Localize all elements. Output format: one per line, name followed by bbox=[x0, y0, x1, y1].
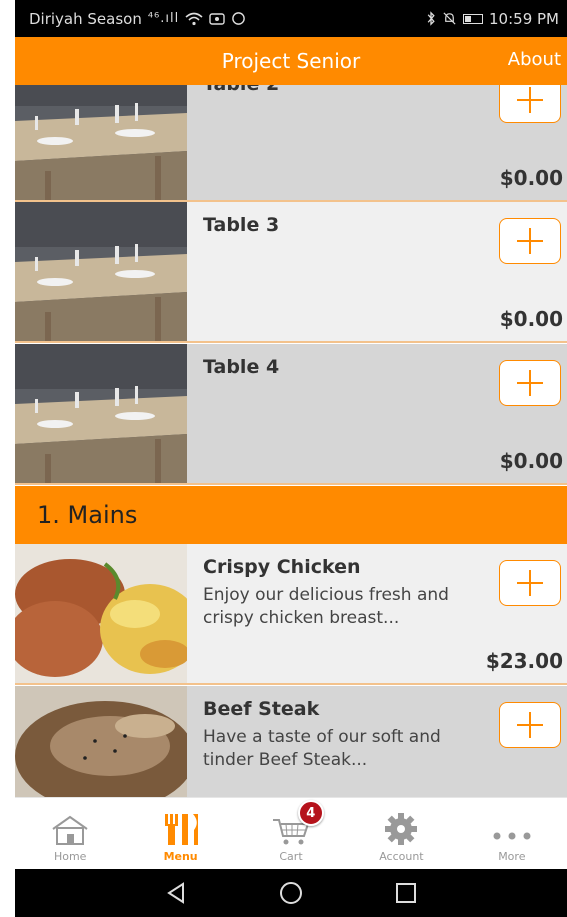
add-button[interactable] bbox=[499, 560, 561, 606]
item-title: Table 2 bbox=[203, 85, 279, 95]
bottom-nav: Home Menu 4 Cart Account More bbox=[15, 797, 567, 869]
nav-menu[interactable]: Menu bbox=[125, 798, 235, 869]
nav-label: Menu bbox=[163, 850, 198, 863]
home-icon bbox=[52, 815, 88, 845]
system-nav-bar bbox=[15, 869, 567, 917]
app-bar: Project Senior About bbox=[15, 37, 567, 85]
wifi-icon bbox=[185, 12, 203, 25]
item-price: $0.00 bbox=[499, 166, 563, 190]
item-price: $0.00 bbox=[499, 449, 563, 473]
status-bar: Diriyah Season ⁴⁶.ıll 10:59 PM bbox=[15, 0, 567, 37]
item-price: $0.00 bbox=[499, 307, 563, 331]
item-description: Enjoy our delicious fresh and crispy chi… bbox=[203, 585, 449, 628]
item-title: Crispy Chicken bbox=[203, 556, 361, 578]
nav-cart[interactable]: 4 Cart bbox=[236, 798, 346, 869]
about-link[interactable]: About bbox=[508, 49, 561, 70]
signal-icon: ⁴⁶.ıll bbox=[147, 11, 180, 26]
plus-icon bbox=[517, 712, 543, 738]
item-title: Table 3 bbox=[203, 214, 280, 236]
steak-photo bbox=[15, 686, 187, 797]
list-item-table-4[interactable]: Table 4 $0.00 bbox=[15, 344, 567, 485]
chicken-photo bbox=[15, 544, 187, 683]
nav-label: Account bbox=[379, 850, 424, 863]
recents-square-icon[interactable] bbox=[394, 881, 418, 905]
clock: 10:59 PM bbox=[489, 9, 559, 28]
gear-icon bbox=[385, 813, 418, 845]
plus-icon bbox=[517, 228, 543, 254]
app-title: Project Senior bbox=[221, 49, 361, 73]
nav-home[interactable]: Home bbox=[15, 798, 125, 869]
whatsapp-icon bbox=[232, 12, 246, 25]
table-photo bbox=[15, 202, 187, 341]
home-circle-icon[interactable] bbox=[278, 880, 304, 906]
item-description: Have a taste of our soft and tinder Beef… bbox=[203, 727, 441, 770]
notification-icon bbox=[209, 12, 225, 25]
menu-list[interactable]: Table 2 $0.00 Table 3 $0.00 bbox=[15, 85, 567, 797]
cart-count-badge: 4 bbox=[297, 800, 324, 826]
section-header-mains: 1. Mains bbox=[15, 486, 567, 544]
list-item-crispy-chicken[interactable]: Crispy Chicken Enjoy our delicious fresh… bbox=[15, 544, 567, 685]
nav-label: More bbox=[498, 850, 526, 863]
more-dots-icon bbox=[493, 832, 531, 840]
list-item-table-3[interactable]: Table 3 $0.00 bbox=[15, 202, 567, 343]
item-title: Table 4 bbox=[203, 356, 280, 378]
nav-account[interactable]: Account bbox=[346, 798, 456, 869]
plus-icon bbox=[517, 370, 543, 396]
add-button[interactable] bbox=[499, 218, 561, 264]
nav-label: Home bbox=[53, 850, 87, 863]
battery-icon bbox=[463, 13, 484, 24]
carrier-name: Diriyah Season bbox=[29, 9, 142, 28]
add-button[interactable] bbox=[499, 702, 561, 748]
mute-icon bbox=[443, 12, 456, 25]
bluetooth-icon bbox=[427, 11, 435, 26]
nav-more[interactable]: More bbox=[457, 798, 567, 869]
nav-label: Cart bbox=[279, 850, 303, 863]
item-price: $23.00 bbox=[485, 649, 563, 673]
menu-fork-knife-icon bbox=[164, 814, 198, 845]
add-button[interactable] bbox=[499, 360, 561, 406]
list-item-table-2[interactable]: Table 2 $0.00 bbox=[15, 85, 567, 202]
back-icon[interactable] bbox=[164, 881, 188, 905]
plus-icon bbox=[517, 570, 543, 596]
add-button[interactable] bbox=[499, 85, 561, 123]
section-title: 1. Mains bbox=[37, 501, 138, 529]
list-item-beef-steak[interactable]: Beef Steak Have a taste of our soft and … bbox=[15, 686, 567, 797]
item-title: Beef Steak bbox=[203, 698, 320, 720]
table-photo bbox=[15, 344, 187, 483]
table-photo bbox=[15, 85, 187, 200]
plus-icon bbox=[517, 87, 543, 113]
